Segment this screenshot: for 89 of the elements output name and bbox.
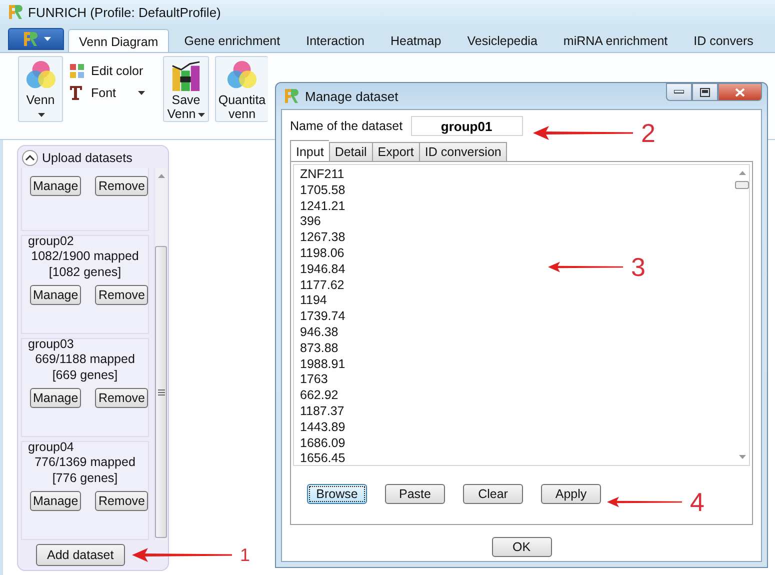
scrollbar-thumb[interactable] (735, 181, 749, 189)
minimize-button[interactable] (666, 83, 692, 101)
scroll-down-icon (738, 455, 746, 459)
ribbon-tab[interactable]: miRNA enrichment (552, 28, 679, 52)
ribbon-tab[interactable]: Gene enrichment (173, 28, 292, 52)
manage-button[interactable]: Manage (30, 491, 82, 511)
ribbon-button[interactable]: Font (69, 84, 155, 102)
field-label: Name of the dataset (290, 119, 403, 133)
color-squares-icon (69, 63, 85, 79)
maximize-button[interactable] (692, 83, 718, 101)
scroll-up-icon (738, 171, 746, 175)
ribbon-button[interactable]: Save Venn (163, 56, 209, 122)
mapped-count: 776/1369 mapped (34, 454, 136, 470)
input-line: 1739.74 (300, 309, 346, 325)
input-line: 1241.21 (300, 198, 346, 214)
action-button[interactable]: Browse (307, 484, 367, 504)
input-line: 1198.06 (300, 246, 344, 262)
ribbon-tab[interactable]: Heatmap (379, 28, 452, 52)
panel-title: Upload datasets (42, 151, 132, 165)
annotation-number: 1 (240, 544, 250, 567)
window-title: FUNRICH (Profile: DefaultProfile) (28, 4, 221, 20)
close-icon (735, 88, 745, 96)
action-button[interactable]: Paste (385, 484, 445, 504)
input-line: 873.88 (300, 340, 338, 357)
logo-icon (7, 4, 23, 20)
dataset-name: group02 (27, 234, 75, 248)
ribbon-button[interactable]: Quantita venn (215, 56, 268, 122)
input-line: 1763 (300, 372, 328, 388)
input-line: 1656.45 (300, 451, 346, 468)
dialog-tab[interactable]: Input (290, 140, 329, 162)
add-dataset-button[interactable]: Add dataset (36, 544, 125, 566)
mapped-count: 669/1188 mapped (34, 351, 136, 367)
ribbon-tab[interactable]: Interaction (295, 28, 376, 52)
input-line: 1187.37 (300, 404, 344, 420)
font-icon (69, 85, 85, 101)
dialog-title: Manage dataset (305, 88, 400, 104)
input-line: 1443.89 (300, 420, 346, 436)
input-line: 946.38 (300, 324, 338, 341)
action-button[interactable]: Clear (463, 484, 523, 504)
manage-button[interactable]: Manage (30, 388, 82, 408)
logo-icon (283, 88, 299, 104)
gene-count: [1082 genes] (48, 264, 122, 280)
input-line: 662.92 (300, 388, 338, 404)
input-line: 1177.62 (300, 278, 344, 294)
gene-count: [669 genes] (51, 367, 119, 383)
action-button[interactable]: Apply (541, 484, 601, 504)
dialog-tab[interactable]: ID conversion (418, 142, 508, 162)
scroll-up-icon (158, 174, 164, 178)
logo-icon (22, 31, 38, 47)
scrollbar-thumb[interactable] (155, 246, 167, 538)
ribbon-button[interactable]: Edit color (69, 62, 155, 80)
remove-button[interactable]: Remove (95, 388, 148, 408)
input-line: ZNF211 (300, 167, 344, 183)
ribbon-tab[interactable]: Venn Diagram (68, 29, 170, 52)
input-line: 1267.38 (300, 230, 346, 246)
scrollbar[interactable] (154, 168, 167, 540)
maximize-icon (700, 88, 710, 96)
minimize-icon (674, 90, 684, 94)
dataset-name: group03 (27, 337, 75, 351)
dialog-tab[interactable]: Detail (328, 142, 372, 162)
mapped-count: 1082/1900 mapped (30, 248, 140, 264)
ribbon-tab[interactable]: ID convers (682, 28, 764, 52)
remove-button[interactable]: Remove (95, 491, 148, 511)
ok-button[interactable]: OK (492, 537, 552, 557)
input-line: 1946.84 (300, 262, 346, 278)
close-button[interactable] (718, 83, 762, 101)
annotation-number: 2 (641, 120, 656, 146)
ribbon-tab[interactable]: Vesiclepedia (456, 28, 548, 52)
input-line: 396 (300, 214, 321, 230)
dialog-tab[interactable]: Export (372, 142, 419, 162)
gene-count: [776 genes] (51, 470, 119, 486)
annotation-number: 3 (631, 254, 646, 280)
dataset-name: group04 (27, 440, 75, 454)
input-line: 1988.91 (300, 356, 346, 372)
grip-icon (158, 388, 164, 396)
input-line: 1705.58 (300, 182, 346, 199)
manage-button[interactable]: Manage (30, 176, 82, 196)
caret-icon (44, 37, 50, 41)
input-line: 1686.09 (300, 436, 346, 452)
name-field[interactable]: group01 (410, 116, 523, 136)
remove-button[interactable]: Remove (95, 176, 148, 196)
input-line: 1194 (300, 293, 327, 310)
manage-button[interactable]: Manage (30, 285, 82, 305)
remove-button[interactable]: Remove (95, 285, 148, 305)
app-menu-button[interactable] (8, 28, 64, 50)
chevron-up-icon (25, 155, 35, 161)
ribbon-button[interactable]: Venn (18, 56, 63, 122)
collapse-button[interactable] (22, 150, 38, 166)
annotation-number: 4 (690, 489, 704, 515)
